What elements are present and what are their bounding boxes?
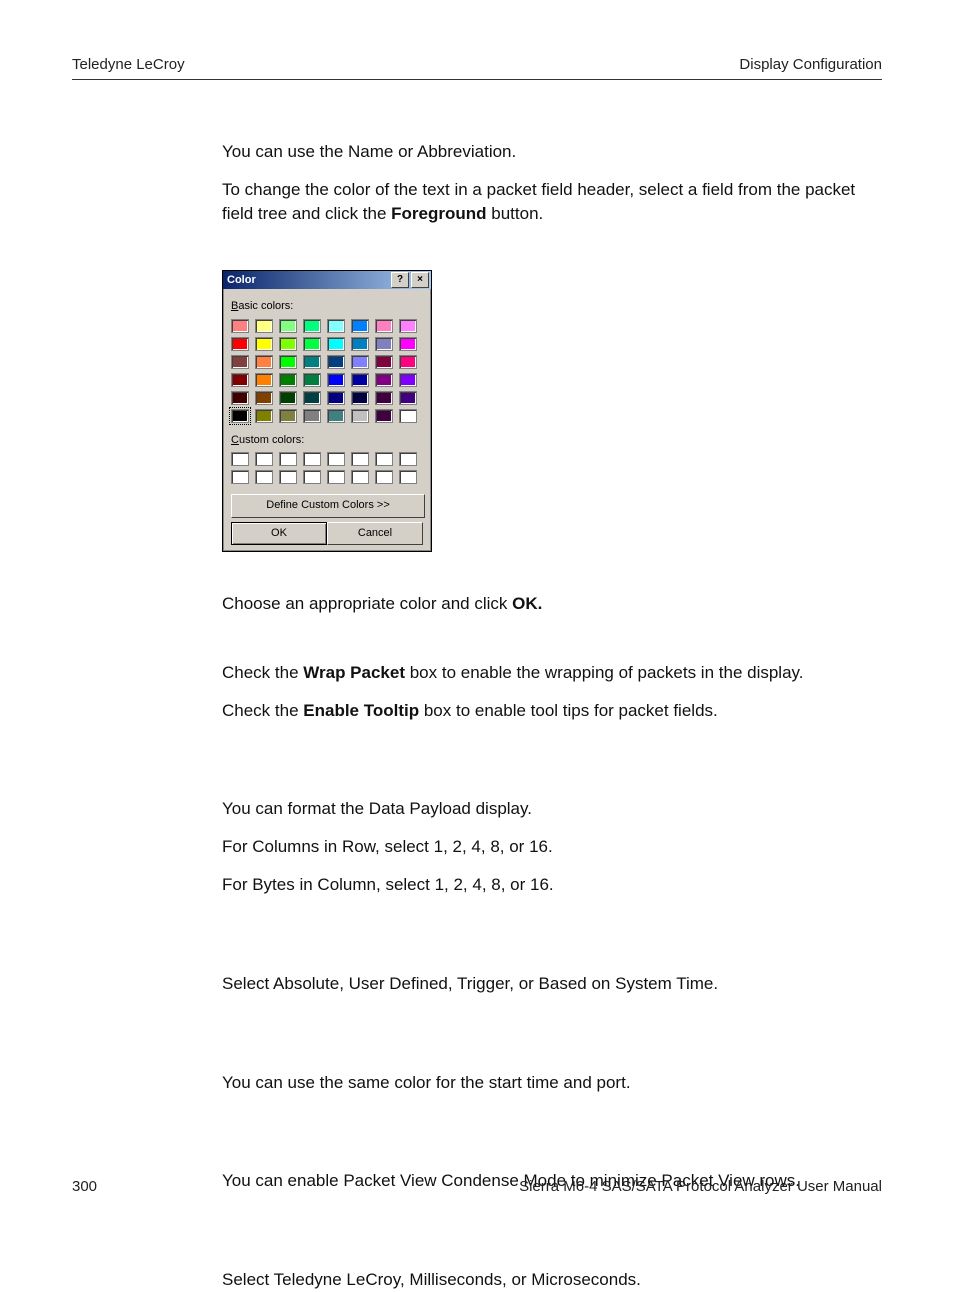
color-swatch[interactable] [279, 409, 297, 423]
close-icon[interactable]: × [411, 272, 429, 288]
color-swatch[interactable] [375, 319, 393, 333]
para-bytes-column: For Bytes in Column, select 1, 2, 4, 8, … [222, 873, 882, 897]
color-swatch[interactable] [375, 337, 393, 351]
color-swatch[interactable] [255, 319, 273, 333]
body-content: You can use the Name or Abbreviation. To… [222, 140, 882, 1292]
page-header: Teledyne LeCroy Display Configuration [72, 56, 882, 80]
para-foreground: To change the color of the text in a pac… [222, 178, 882, 226]
custom-color-swatch[interactable] [231, 470, 249, 484]
color-swatch[interactable] [327, 319, 345, 333]
color-swatch[interactable] [279, 337, 297, 351]
color-swatch[interactable] [255, 355, 273, 369]
manual-title: Sierra M6-4 SAS/SATA Protocol Analyzer U… [519, 1178, 882, 1195]
para-time-format: Select Teledyne LeCroy, Milliseconds, or… [222, 1268, 882, 1292]
custom-color-swatch[interactable] [399, 452, 417, 466]
page-footer: 300 Sierra M6-4 SAS/SATA Protocol Analyz… [72, 1178, 882, 1195]
para-columns-row: For Columns in Row, select 1, 2, 4, 8, o… [222, 835, 882, 859]
para-enable-tooltip: Check the Enable Tooltip box to enable t… [222, 699, 882, 723]
custom-color-swatch[interactable] [327, 452, 345, 466]
color-swatch[interactable] [327, 337, 345, 351]
color-swatch[interactable] [351, 337, 369, 351]
para-name-abbrev: You can use the Name or Abbreviation. [222, 140, 882, 164]
color-swatch[interactable] [399, 373, 417, 387]
custom-color-swatch[interactable] [399, 470, 417, 484]
color-swatch[interactable] [303, 355, 321, 369]
color-swatch[interactable] [351, 409, 369, 423]
define-custom-colors-button[interactable]: Define Custom Colors >> [231, 494, 425, 517]
custom-color-swatch[interactable] [255, 470, 273, 484]
para-same-color: You can use the same color for the start… [222, 1071, 882, 1095]
cancel-button[interactable]: Cancel [327, 522, 423, 545]
page-number: 300 [72, 1178, 97, 1195]
color-swatch[interactable] [303, 391, 321, 405]
color-swatch[interactable] [399, 391, 417, 405]
color-swatch[interactable] [375, 373, 393, 387]
custom-color-swatch[interactable] [375, 452, 393, 466]
color-swatch[interactable] [375, 409, 393, 423]
custom-color-swatch[interactable] [327, 470, 345, 484]
color-swatch[interactable] [279, 355, 297, 369]
color-swatch[interactable] [231, 373, 249, 387]
color-swatch[interactable] [303, 319, 321, 333]
basic-colors-label: Basic colors: [231, 299, 423, 314]
color-swatch[interactable] [351, 391, 369, 405]
color-swatch[interactable] [327, 373, 345, 387]
header-left: Teledyne LeCroy [72, 56, 185, 73]
custom-colors-grid [231, 452, 423, 484]
para-choose-color: Choose an appropriate color and click OK… [222, 592, 882, 616]
para-wrap-packet: Check the Wrap Packet box to enable the … [222, 661, 882, 685]
custom-color-swatch[interactable] [351, 452, 369, 466]
dialog-titlebar: Color ? × [223, 271, 431, 289]
custom-color-swatch[interactable] [351, 470, 369, 484]
color-swatch[interactable] [255, 373, 273, 387]
color-swatch[interactable] [399, 409, 417, 423]
color-swatch[interactable] [399, 319, 417, 333]
color-swatch[interactable] [399, 337, 417, 351]
color-swatch[interactable] [255, 409, 273, 423]
basic-colors-grid [231, 319, 423, 423]
color-swatch[interactable] [303, 409, 321, 423]
color-dialog: Color ? × Basic colors: Custom colors: D… [222, 270, 432, 552]
custom-colors-label: Custom colors: [231, 433, 423, 448]
color-swatch[interactable] [279, 319, 297, 333]
color-swatch[interactable] [351, 355, 369, 369]
color-swatch[interactable] [399, 355, 417, 369]
color-swatch[interactable] [375, 391, 393, 405]
custom-color-swatch[interactable] [303, 470, 321, 484]
help-icon[interactable]: ? [391, 272, 409, 288]
color-swatch[interactable] [231, 409, 249, 423]
custom-color-swatch[interactable] [375, 470, 393, 484]
color-swatch[interactable] [231, 355, 249, 369]
color-swatch[interactable] [279, 373, 297, 387]
color-swatch[interactable] [303, 373, 321, 387]
dialog-title: Color [227, 273, 256, 288]
color-swatch[interactable] [303, 337, 321, 351]
custom-color-swatch[interactable] [255, 452, 273, 466]
custom-color-swatch[interactable] [279, 470, 297, 484]
para-time-basis: Select Absolute, User Defined, Trigger, … [222, 972, 882, 996]
color-swatch[interactable] [375, 355, 393, 369]
color-swatch[interactable] [327, 409, 345, 423]
para-format-payload: You can format the Data Payload display. [222, 797, 882, 821]
color-swatch[interactable] [231, 337, 249, 351]
color-swatch[interactable] [255, 337, 273, 351]
color-swatch[interactable] [351, 319, 369, 333]
custom-color-swatch[interactable] [303, 452, 321, 466]
color-swatch[interactable] [255, 391, 273, 405]
color-swatch[interactable] [327, 391, 345, 405]
ok-button[interactable]: OK [231, 522, 327, 545]
color-swatch[interactable] [351, 373, 369, 387]
color-swatch[interactable] [231, 391, 249, 405]
header-right: Display Configuration [739, 56, 882, 73]
custom-color-swatch[interactable] [231, 452, 249, 466]
color-swatch[interactable] [327, 355, 345, 369]
custom-color-swatch[interactable] [279, 452, 297, 466]
color-swatch[interactable] [231, 319, 249, 333]
color-swatch[interactable] [279, 391, 297, 405]
